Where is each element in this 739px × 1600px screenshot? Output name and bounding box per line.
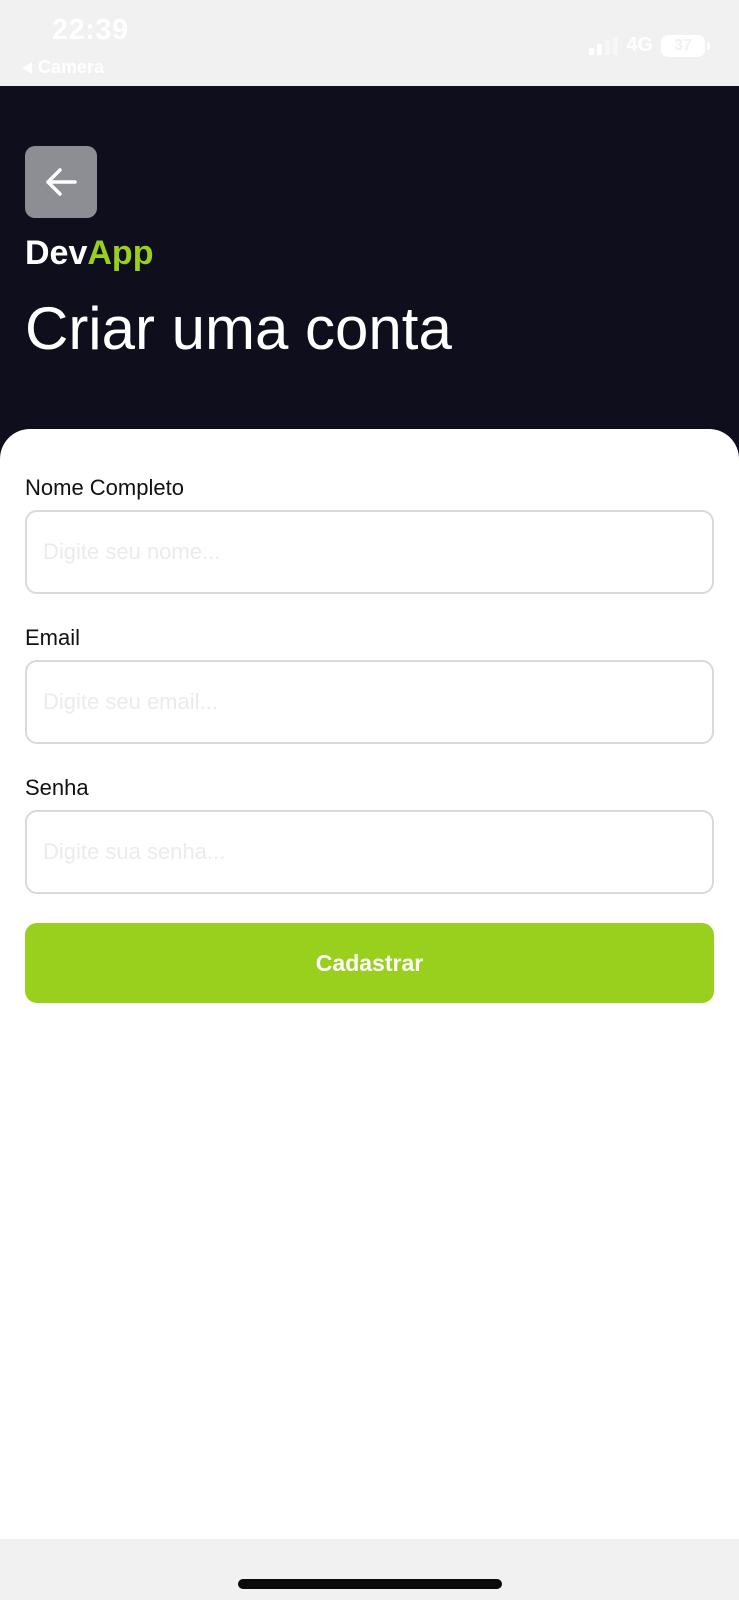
network-label: 4G [626,34,653,56]
battery-level: 37 [674,36,692,54]
signup-button[interactable]: Cadastrar [25,923,714,1003]
arrow-left-icon [46,168,77,196]
status-bar: 22:39 Camera 4G 37 [0,0,739,86]
status-back-label: Camera [38,57,105,77]
home-indicator[interactable] [238,1579,502,1589]
battery-icon: 37 [661,34,710,57]
email-label: Email [25,625,81,650]
email-input[interactable] [25,660,714,744]
password-input[interactable] [25,810,714,894]
password-label: Senha [25,775,89,800]
home-bar-area [0,1539,739,1600]
status-time: 22:39 [52,14,129,46]
brand-primary: Dev [25,234,88,272]
signup-form: Nome Completo Email Senha Cadastrar [0,429,739,1539]
back-button[interactable] [25,146,97,218]
name-label: Nome Completo [25,475,184,500]
header: DevApp Criar uma conta [0,86,739,466]
signal-icon [589,36,619,55]
back-triangle-icon [22,61,32,74]
brand-logo: DevApp [25,234,153,273]
brand-accent: App [87,234,154,272]
page-title: Criar uma conta [25,295,452,362]
name-input[interactable] [25,510,714,594]
status-indicators: 4G 37 [589,34,710,57]
status-back-to-app[interactable]: Camera [22,57,104,78]
